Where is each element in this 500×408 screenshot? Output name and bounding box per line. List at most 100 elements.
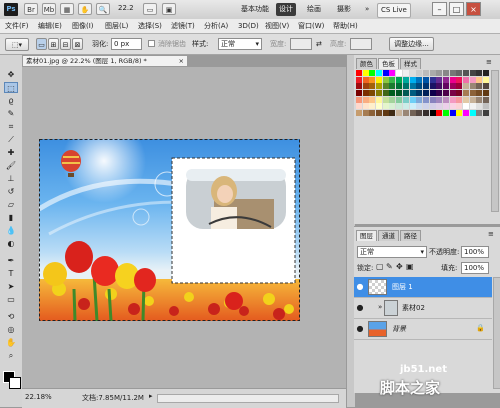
color-swatch[interactable] <box>409 83 416 90</box>
path-select-icon[interactable]: ➤ <box>4 281 18 292</box>
color-swatch[interactable] <box>362 103 369 110</box>
color-swatch[interactable] <box>476 70 483 76</box>
swatch-scrollbar[interactable] <box>491 70 499 212</box>
color-swatch[interactable] <box>409 110 416 117</box>
color-swatch[interactable] <box>483 90 490 97</box>
color-swatch[interactable] <box>369 70 376 76</box>
color-swatch[interactable] <box>416 90 423 97</box>
color-swatch[interactable] <box>449 96 456 103</box>
color-swatch[interactable] <box>476 90 483 97</box>
color-swatch[interactable] <box>476 76 483 83</box>
gradient-tool-icon[interactable]: ▮ <box>4 212 18 223</box>
color-swatch[interactable] <box>429 110 436 117</box>
color-swatch[interactable] <box>422 90 429 97</box>
background-color-swatch[interactable] <box>9 377 21 389</box>
blur-tool-icon[interactable]: 💧 <box>4 225 18 236</box>
color-swatch[interactable] <box>389 103 396 110</box>
healing-brush-icon[interactable]: ✚ <box>4 147 18 158</box>
color-swatch[interactable] <box>483 96 490 103</box>
menu-layer[interactable]: 图层(L) <box>105 20 128 32</box>
color-swatch[interactable] <box>456 76 463 83</box>
color-swatch[interactable] <box>442 90 449 97</box>
new-selection-icon[interactable]: ▭ <box>36 38 47 50</box>
color-swatch[interactable] <box>402 83 409 90</box>
color-swatch[interactable] <box>402 70 409 76</box>
color-swatch[interactable] <box>409 76 416 83</box>
color-swatch[interactable] <box>442 70 449 76</box>
color-swatch[interactable] <box>456 103 463 110</box>
eyedropper-tool-icon[interactable]: ⟋ <box>4 134 18 145</box>
layer-row[interactable]: ● 图层 1 <box>354 277 492 298</box>
menu-help[interactable]: 帮助(H) <box>333 20 358 32</box>
color-swatch[interactable] <box>469 90 476 97</box>
color-swatch[interactable] <box>396 70 403 76</box>
view-extras-icon[interactable]: ▦ <box>60 3 74 15</box>
arrange-documents-icon[interactable]: ▭ <box>143 3 157 15</box>
hand-tool-icon[interactable]: ✋ <box>4 337 18 348</box>
color-swatch[interactable] <box>409 103 416 110</box>
color-swatch[interactable] <box>362 76 369 83</box>
color-swatch[interactable] <box>436 96 443 103</box>
brush-tool-icon[interactable]: 🖌 <box>4 160 18 171</box>
zoom-level[interactable]: 22.2 <box>118 4 134 12</box>
color-swatch[interactable] <box>396 96 403 103</box>
color-swatch[interactable] <box>483 76 490 83</box>
color-swatch[interactable] <box>469 96 476 103</box>
color-swatch[interactable] <box>436 83 443 90</box>
tab-styles[interactable]: 样式 <box>400 58 421 69</box>
color-swatch[interactable] <box>436 110 443 117</box>
blend-mode-select[interactable]: 正常 ▾ <box>357 246 427 258</box>
shape-tool-icon[interactable]: ▭ <box>4 294 18 305</box>
lock-position-icon[interactable]: ✥ <box>396 262 403 271</box>
screen-mode-icon[interactable]: ▣ <box>162 3 176 15</box>
zoom-tool-icon[interactable]: 🔍 <box>96 3 110 15</box>
antialias-checkbox[interactable] <box>148 40 155 47</box>
color-swatch[interactable] <box>429 96 436 103</box>
color-swatch[interactable] <box>356 70 362 76</box>
color-swatch[interactable] <box>463 96 469 103</box>
color-swatch[interactable] <box>416 103 423 110</box>
mini-bridge-icon[interactable]: Mb <box>42 3 56 15</box>
color-swatch[interactable] <box>356 96 362 103</box>
bridge-icon[interactable]: Br <box>24 3 38 15</box>
color-swatch[interactable] <box>369 103 376 110</box>
tab-layers[interactable]: 图层 <box>356 230 377 241</box>
color-swatch[interactable] <box>429 90 436 97</box>
color-swatch[interactable] <box>429 103 436 110</box>
feather-input[interactable]: 0 px <box>111 38 142 50</box>
color-swatch[interactable] <box>356 83 362 90</box>
eye-icon[interactable]: ● <box>356 324 364 333</box>
color-swatch[interactable] <box>422 83 429 90</box>
layer-name[interactable]: 背景 <box>392 324 406 334</box>
lock-transparent-icon[interactable]: ▢ <box>376 262 384 271</box>
color-swatch[interactable] <box>376 110 383 117</box>
color-swatch[interactable] <box>449 90 456 97</box>
tab-paths[interactable]: 路径 <box>400 230 421 241</box>
panel-menu-icon[interactable]: ≡ <box>486 58 492 66</box>
zoom-tool-icon[interactable]: ⌕ <box>4 350 18 361</box>
document-tab[interactable]: 素材01.jpg @ 22.2% (图层 1, RGB/8) * × <box>22 55 188 66</box>
crop-tool-icon[interactable]: ⌗ <box>4 121 18 132</box>
color-swatch[interactable] <box>382 76 389 83</box>
color-swatch[interactable] <box>456 70 463 76</box>
color-swatch[interactable] <box>436 76 443 83</box>
menu-3d[interactable]: 3D(D) <box>238 20 259 32</box>
color-swatch[interactable] <box>376 70 383 76</box>
color-swatch[interactable] <box>442 83 449 90</box>
dodge-tool-icon[interactable]: ◐ <box>4 238 18 249</box>
layer-name[interactable]: 图层 1 <box>392 282 413 292</box>
color-swatch[interactable] <box>369 96 376 103</box>
workspace-photography[interactable]: 摄影 <box>334 3 354 16</box>
menu-edit[interactable]: 编辑(E) <box>38 20 62 32</box>
color-swatch[interactable] <box>382 83 389 90</box>
workspace-essentials[interactable]: 基本功能 <box>238 3 272 16</box>
color-swatch[interactable] <box>436 103 443 110</box>
style-select[interactable]: 正常 ▾ <box>218 38 262 50</box>
menu-file[interactable]: 文件(F) <box>5 20 29 32</box>
color-swatch[interactable] <box>362 96 369 103</box>
color-swatch[interactable] <box>376 96 383 103</box>
layer-row[interactable]: ● 背景 🔒 <box>354 319 492 340</box>
color-swatch[interactable] <box>389 83 396 90</box>
move-tool-icon[interactable]: ✥ <box>4 69 18 80</box>
lasso-tool-icon[interactable]: ϱ <box>4 95 18 106</box>
